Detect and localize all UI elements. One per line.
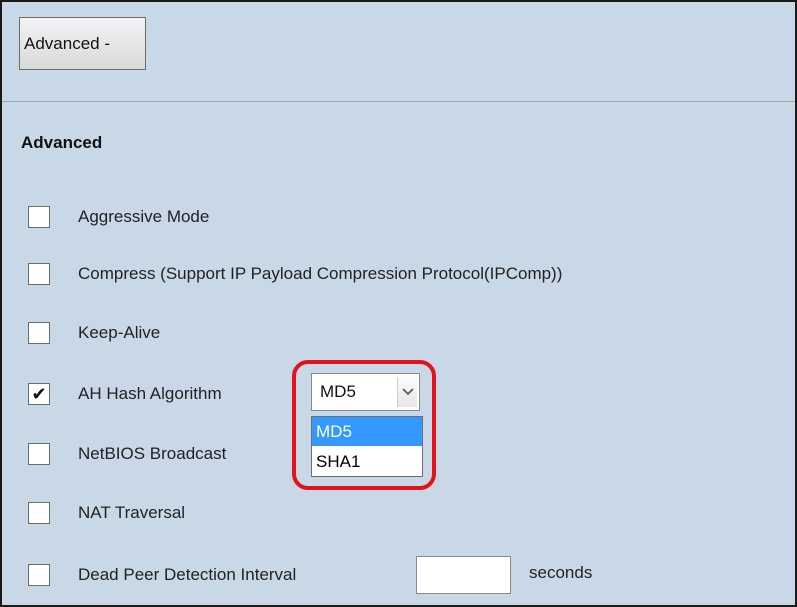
ah-hash-algorithm-select[interactable]: MD5 xyxy=(311,373,420,411)
option-row-dead-peer-detection: Dead Peer Detection Interval xyxy=(28,563,296,587)
netbios-broadcast-checkbox[interactable] xyxy=(28,443,50,465)
ah-hash-select-value: MD5 xyxy=(320,382,356,401)
ah-hash-algorithm-label: AH Hash Algorithm xyxy=(78,384,222,403)
advanced-settings-panel: Advanced - Advanced Aggressive Mode Comp… xyxy=(0,0,797,607)
option-md5[interactable]: MD5 xyxy=(312,417,422,446)
keep-alive-checkbox[interactable] xyxy=(28,322,50,344)
option-sha1[interactable]: SHA1 xyxy=(312,447,422,476)
ah-hash-algorithm-option-list: MD5 SHA1 xyxy=(311,416,423,477)
compress-label: Compress (Support IP Payload Compression… xyxy=(78,264,563,283)
nat-traversal-checkbox[interactable] xyxy=(28,502,50,524)
option-row-netbios-broadcast: NetBIOS Broadcast xyxy=(28,442,226,466)
chevron-down-icon[interactable] xyxy=(397,377,417,407)
netbios-broadcast-label: NetBIOS Broadcast xyxy=(78,444,227,463)
keep-alive-label: Keep-Alive xyxy=(78,323,161,342)
option-row-keep-alive: Keep-Alive xyxy=(28,321,160,345)
advanced-toggle-button[interactable]: Advanced - xyxy=(19,17,146,70)
section-title: Advanced xyxy=(21,133,103,152)
aggressive-mode-label: Aggressive Mode xyxy=(78,207,210,226)
option-row-nat-traversal: NAT Traversal xyxy=(28,501,185,525)
dead-peer-detection-label: Dead Peer Detection Interval xyxy=(78,565,297,584)
ah-hash-algorithm-checkbox[interactable]: ✔ xyxy=(28,383,50,405)
seconds-unit-label: seconds xyxy=(529,563,593,582)
option-row-aggressive-mode: Aggressive Mode xyxy=(28,205,209,229)
dead-peer-detection-interval-input[interactable] xyxy=(416,556,511,594)
compress-checkbox[interactable] xyxy=(28,263,50,285)
dead-peer-detection-checkbox[interactable] xyxy=(28,564,50,586)
section-divider xyxy=(2,101,795,102)
option-row-compress: Compress (Support IP Payload Compression… xyxy=(28,262,562,286)
option-row-ah-hash-algorithm: ✔ AH Hash Algorithm xyxy=(28,382,222,406)
advanced-toggle-label: Advanced - xyxy=(24,33,110,53)
nat-traversal-label: NAT Traversal xyxy=(78,503,186,522)
aggressive-mode-checkbox[interactable] xyxy=(28,206,50,228)
check-icon: ✔ xyxy=(31,384,47,404)
